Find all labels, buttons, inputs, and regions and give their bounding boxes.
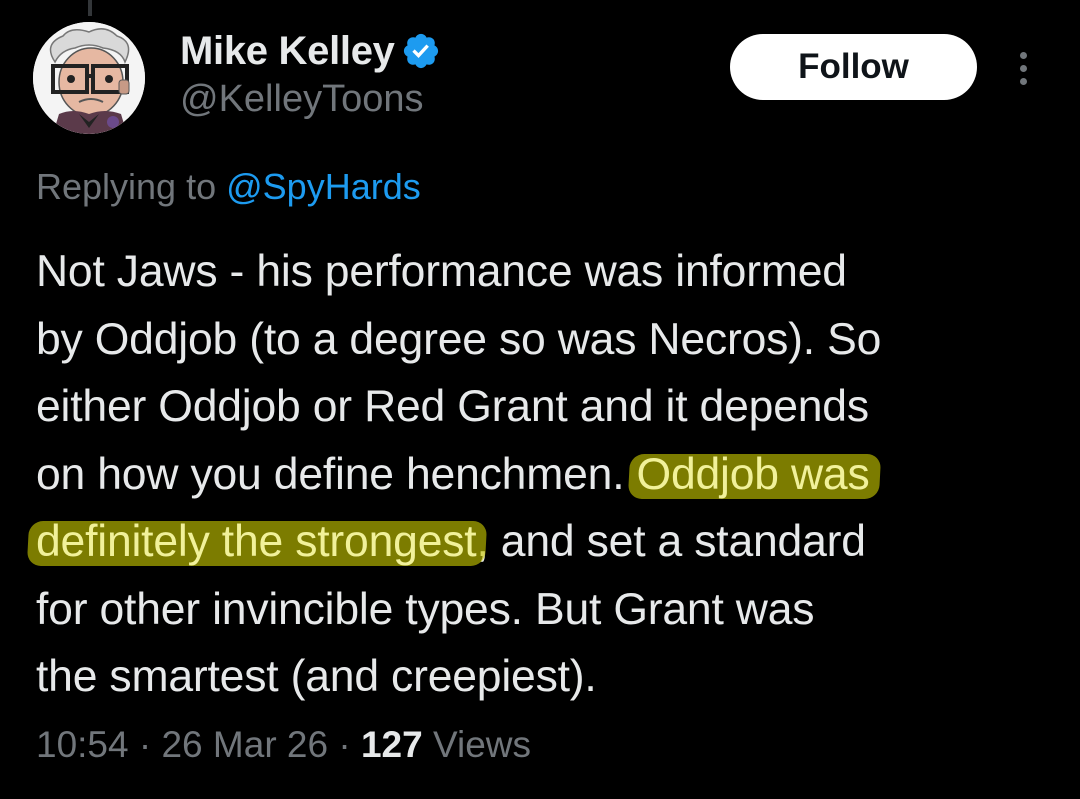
reply-mention-link[interactable]: @SpyHards [226, 166, 421, 207]
tweet-text-segment: on how you define henchmen. [36, 449, 637, 499]
tweet-metadata: 10:54 · 26 Mar 26 · 127 Views [36, 724, 531, 766]
highlighted-text: Oddjob was [636, 449, 870, 499]
tweet-text-segment: , and set a standard [476, 517, 866, 566]
tweet-line: the smartest (and creepiest). [36, 652, 597, 701]
tweet-body: Not Jaws - his performance was informed … [36, 238, 1056, 711]
views-count: 127 [360, 724, 423, 765]
tweet-date[interactable]: 26 Mar 26 [161, 724, 328, 765]
follow-button[interactable]: Follow [730, 34, 977, 100]
author-handle[interactable]: @KelleyToons [180, 78, 423, 121]
more-vertical-icon [1019, 77, 1027, 85]
meta-separator: · [338, 724, 351, 765]
tweet-time[interactable]: 10:54 [36, 724, 129, 765]
verified-badge-icon [403, 33, 438, 69]
tweet-line: for other invincible types. But Grant wa… [36, 584, 815, 634]
highlighted-text: definitely the strongest [36, 517, 477, 566]
cartoon-old-man-avatar-icon [33, 22, 145, 134]
thread-connector-line [88, 0, 92, 16]
tweet-line: by Oddjob (to a degree so was Necros). S… [36, 314, 882, 364]
replying-to-label: Replying to [36, 166, 217, 207]
tweet-line: definitely the strongest, and set a stan… [36, 508, 1056, 576]
views-label: Views [432, 724, 532, 765]
meta-separator: · [138, 724, 152, 765]
avatar[interactable] [33, 22, 145, 134]
tweet-line: on how you define henchmen. Oddjob was [36, 441, 1056, 509]
tweet-line: Not Jaws - his performance was informed [36, 247, 847, 296]
more-options-button[interactable] [1006, 44, 1040, 92]
more-vertical-icon [1019, 51, 1027, 59]
tweet-line: either Oddjob or Red Grant and it depend… [36, 382, 869, 431]
replying-to-line: Replying to @SpyHards [36, 166, 421, 208]
author-name-row[interactable]: Mike Kelley [180, 28, 441, 74]
author-display-name[interactable]: Mike Kelley [180, 29, 395, 74]
more-vertical-icon [1019, 64, 1027, 72]
